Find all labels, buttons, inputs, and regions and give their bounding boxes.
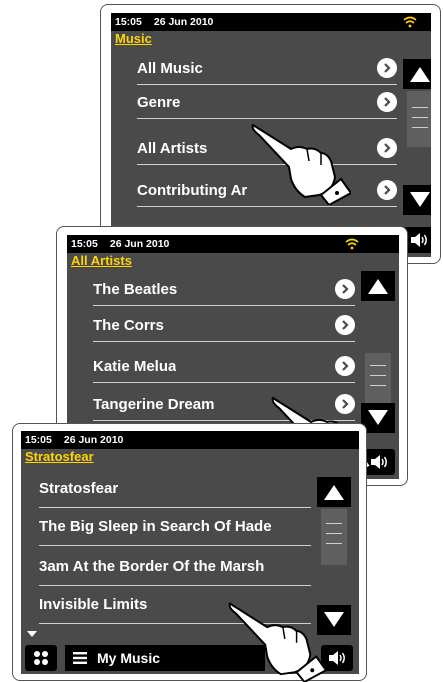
screen-title: All Artists (71, 253, 132, 268)
divider (137, 206, 397, 207)
scroll-up-button[interactable] (403, 59, 431, 89)
list-item-label: Genre (137, 93, 181, 111)
chevron-right-icon[interactable] (377, 58, 397, 78)
divider (39, 507, 311, 508)
device-frame-music: 15:05 26 Jun 2010 Music All Music Genre … (100, 4, 441, 264)
list-item-label: Invisible Limits (39, 595, 148, 613)
list-item-label: The Big Sleep in Search Of Hade (39, 517, 272, 535)
more-items-indicator (27, 631, 37, 637)
status-date: 26 Jun 2010 (63, 434, 124, 446)
four-dots-icon (34, 651, 48, 665)
speaker-icon (411, 233, 427, 247)
list-item-label: 3am At the Border Of the Marsh (39, 557, 265, 575)
menu-button-label: My Music (97, 650, 161, 666)
list-item-the-big-sleep[interactable]: The Big Sleep in Search Of Hade (39, 509, 315, 543)
status-time: 15:05 (115, 16, 142, 28)
list-item-label: Katie Melua (93, 357, 177, 375)
chevron-right-icon[interactable] (377, 180, 397, 200)
screen-title: Music (115, 31, 152, 46)
device-frame-stratosfear: 15:05 26 Jun 2010 Stratosfear Stratosfea… (12, 423, 367, 682)
triangle-up-icon (324, 485, 344, 500)
status-date: 26 Jun 2010 (153, 16, 214, 28)
wifi-icon (403, 16, 417, 28)
list-item-the-beatles[interactable]: The Beatles (93, 272, 323, 306)
divider (93, 341, 355, 342)
list-item-stratosfear[interactable]: Stratosfear (39, 471, 309, 505)
scrollbar[interactable] (321, 509, 347, 565)
divider (93, 305, 355, 306)
status-bar: 15:05 26 Jun 2010 (111, 13, 431, 31)
screen-title: Stratosfear (25, 449, 94, 464)
list-item-label: The Corrs (93, 316, 164, 334)
pointing-hand-icon (251, 123, 351, 205)
status-time: 15:05 (71, 238, 98, 250)
status-time: 15:05 (25, 434, 52, 446)
chevron-right-icon[interactable] (335, 279, 355, 299)
speaker-icon (371, 455, 387, 469)
status-date: 26 Jun 2010 (109, 238, 170, 250)
status-bar: 15:05 26 Jun 2010 (21, 431, 359, 449)
status-bar: 15:05 26 Jun 2010 (67, 235, 399, 253)
list-item-label: Contributing Ar (137, 181, 248, 199)
scroll-down-button[interactable] (403, 185, 431, 215)
scroll-up-button[interactable] (361, 271, 395, 301)
divider (39, 545, 311, 546)
pointing-hand-icon (228, 602, 327, 682)
chevron-right-icon[interactable] (377, 92, 397, 112)
list-item-the-corrs[interactable]: The Corrs (93, 308, 323, 342)
list-item-3am-at-the-border[interactable]: 3am At the Border Of the Marsh (39, 549, 315, 583)
scroll-up-button[interactable] (317, 477, 351, 507)
list-item-label: Tangerine Dream (93, 395, 215, 413)
chevron-right-icon[interactable] (335, 315, 355, 335)
list-item-label: All Music (137, 59, 203, 77)
triangle-up-icon (410, 67, 430, 82)
triangle-down-icon (410, 192, 430, 207)
chevron-right-icon[interactable] (377, 138, 397, 158)
wifi-icon (345, 238, 359, 250)
scrollbar[interactable] (407, 91, 431, 147)
list-item-all-music[interactable]: All Music (137, 51, 377, 85)
triangle-up-icon (368, 279, 388, 294)
hamburger-icon (73, 652, 87, 664)
home-button[interactable] (25, 645, 57, 671)
speaker-icon (329, 651, 345, 665)
list-item-label: All Artists (137, 139, 208, 157)
list-item-label: The Beatles (93, 280, 178, 298)
list-item-label: Stratosfear (39, 479, 119, 497)
